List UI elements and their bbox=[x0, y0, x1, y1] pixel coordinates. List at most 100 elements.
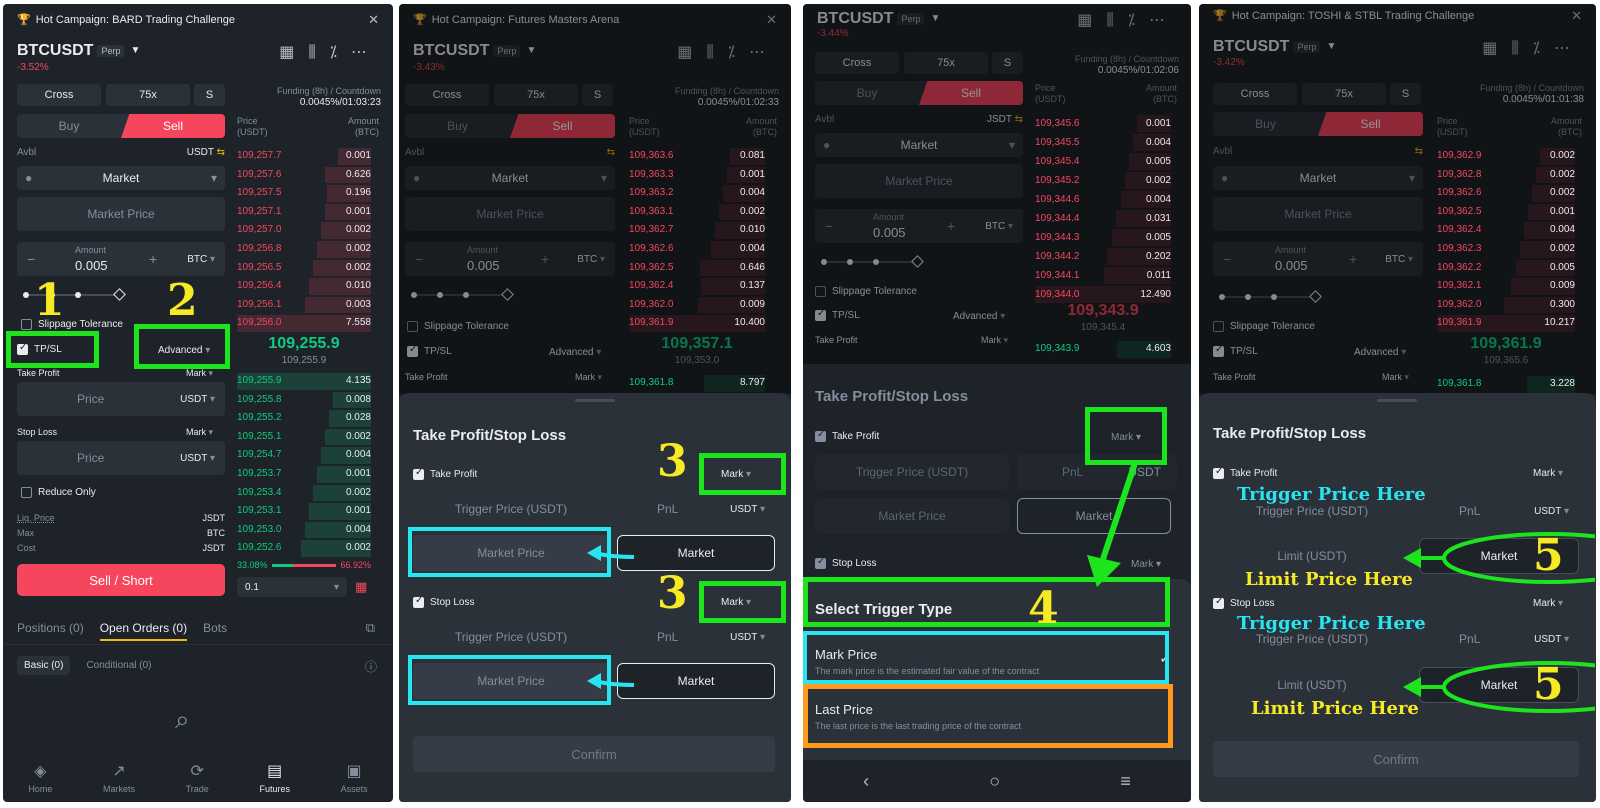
ask-row[interactable]: 109,256.1 0.003 bbox=[237, 296, 371, 315]
ask-row[interactable]: 109,363.6 0.081 bbox=[629, 147, 765, 166]
depth-step-select[interactable]: 0.1 ▾ bbox=[237, 577, 347, 597]
book-layout-icon[interactable]: ▦ bbox=[355, 579, 367, 595]
transfer-icon[interactable]: ⇆ bbox=[1015, 114, 1023, 125]
sl-pnl-field[interactable]: PnL USDT bbox=[1419, 621, 1579, 657]
calculator-icon[interactable]: ▦ bbox=[677, 44, 706, 61]
menu-icon[interactable]: ≡ bbox=[1120, 771, 1131, 792]
stop-loss-checkbox[interactable]: Stop Loss bbox=[815, 556, 876, 569]
amount-field[interactable]: − Amount 0.005 + BTC bbox=[405, 242, 615, 276]
bid-row[interactable]: 109,255.9 4.135 bbox=[237, 372, 371, 391]
home-icon[interactable]: ○ bbox=[989, 771, 1000, 792]
take-profit-checkbox[interactable]: Take Profit bbox=[413, 467, 477, 480]
ask-row[interactable]: 109,344.3 0.005 bbox=[1035, 228, 1171, 247]
minus-icon[interactable]: − bbox=[27, 251, 35, 267]
advanced-select[interactable]: Advanced bbox=[549, 347, 601, 358]
symbol-selector[interactable]: BTCUSDT Perp ▼ bbox=[17, 42, 140, 60]
tpsl-checkbox[interactable]: TP/SL bbox=[815, 308, 860, 321]
leverage-button[interactable]: 75x bbox=[904, 52, 988, 74]
confirm-button[interactable]: Confirm bbox=[413, 736, 775, 772]
sl-trigger-price-field[interactable]: Trigger Price (USDT) bbox=[413, 619, 609, 655]
confirm-button[interactable]: Confirm bbox=[1213, 741, 1579, 777]
bid-row[interactable]: 109,254.7 0.004 bbox=[237, 446, 371, 465]
tp-trigger-type-select[interactable]: Mark bbox=[1533, 468, 1563, 479]
reduce-only-checkbox[interactable]: Reduce Only bbox=[21, 487, 96, 498]
nav-futures[interactable]: ▤ Futures bbox=[259, 761, 290, 794]
symbol-selector[interactable]: BTCUSDT Perp ▼ bbox=[413, 42, 536, 60]
nav-home[interactable]: ◈ Home bbox=[28, 761, 52, 794]
nav-trade[interactable]: ⟳ Trade bbox=[186, 761, 209, 794]
ask-row[interactable]: 109,361.9 10.400 bbox=[629, 314, 765, 333]
calculator-icon[interactable]: ▦ bbox=[1482, 40, 1511, 57]
ask-row[interactable]: 109,344.1 0.011 bbox=[1035, 266, 1171, 285]
ask-row[interactable]: 109,361.9 10.217 bbox=[1437, 314, 1575, 333]
amount-slider[interactable] bbox=[821, 255, 924, 268]
calculator-icon[interactable]: ▦ bbox=[1077, 12, 1106, 29]
ask-row[interactable]: 109,363.1 0.002 bbox=[629, 203, 765, 222]
plus-icon[interactable]: + bbox=[149, 251, 157, 267]
sheet-handle[interactable] bbox=[1377, 399, 1417, 402]
more-icon[interactable]: ⋯ bbox=[1554, 40, 1584, 57]
option-last-price[interactable]: Last Price The last price is the last tr… bbox=[803, 689, 1191, 741]
bid-row[interactable]: 109,255.1 0.002 bbox=[237, 428, 371, 447]
ask-row[interactable]: 109,362.1 0.009 bbox=[1437, 277, 1575, 296]
ask-row[interactable]: 109,362.4 0.004 bbox=[1437, 221, 1575, 240]
ask-row[interactable]: 109,362.9 0.002 bbox=[1437, 147, 1575, 166]
buy-tab[interactable]: Buy bbox=[405, 114, 510, 138]
ask-row[interactable]: 109,362.0 0.009 bbox=[629, 296, 765, 315]
chart-icon[interactable]: ⫼ bbox=[1106, 12, 1127, 29]
tpsl-checkbox[interactable]: TP/SL bbox=[407, 344, 452, 357]
tp-price-field[interactable]: Price USDT bbox=[17, 382, 225, 416]
slider-handle[interactable] bbox=[113, 288, 126, 301]
option-mark-price[interactable]: Mark Price The mark price is the estimat… bbox=[803, 634, 1191, 686]
ask-row[interactable]: 109,362.7 0.010 bbox=[629, 221, 765, 240]
ask-row[interactable]: 109,362.5 0.646 bbox=[629, 259, 765, 278]
campaign-banner[interactable]: 🏆 Hot Campaign: TOSHI & STBL Trading Chal… bbox=[1213, 9, 1474, 22]
amount-field[interactable]: − Amount 0.005 + BTC bbox=[1213, 242, 1423, 276]
transfer-icon[interactable]: ⇆ bbox=[217, 147, 225, 158]
order-type-select[interactable]: ● Market ▾ bbox=[815, 133, 1023, 157]
bid-row[interactable]: 109,255.2 0.028 bbox=[237, 409, 371, 428]
ask-row[interactable]: 109,344.2 0.202 bbox=[1035, 247, 1171, 266]
sell-tab[interactable]: Sell bbox=[121, 114, 225, 138]
chart-icon[interactable]: ⫼ bbox=[706, 44, 727, 61]
tpsl-checkbox[interactable]: TP/SL bbox=[1213, 344, 1258, 357]
take-profit-checkbox[interactable]: Take Profit bbox=[815, 429, 879, 442]
unit-select[interactable]: BTC bbox=[187, 254, 215, 265]
ask-row[interactable]: 109,362.4 0.137 bbox=[629, 277, 765, 296]
symbol-selector[interactable]: BTCUSDT Perp ▼ bbox=[817, 10, 940, 28]
tp-trigger-type-select[interactable]: Mark bbox=[721, 469, 751, 480]
amount-slider[interactable] bbox=[411, 288, 514, 301]
buy-tab[interactable]: Buy bbox=[17, 114, 121, 138]
percent-icon[interactable]: ⁒ bbox=[1128, 12, 1149, 29]
size-mode-button[interactable]: S bbox=[992, 52, 1023, 74]
subtab-basic[interactable]: Basic (0) bbox=[17, 656, 71, 675]
symbol-selector[interactable]: BTCUSDT Perp ▼ bbox=[1213, 38, 1336, 56]
percent-icon[interactable]: ⁒ bbox=[1533, 40, 1554, 57]
amount-field[interactable]: − Amount 0.005 + BTC bbox=[815, 209, 1023, 243]
sl-mark-select[interactable]: Mark bbox=[186, 427, 213, 438]
ask-row[interactable]: 109,344.6 0.004 bbox=[1035, 190, 1171, 209]
calculator-icon[interactable]: ▦ bbox=[279, 44, 308, 61]
size-mode-button[interactable]: S bbox=[582, 84, 613, 106]
subtab-conditional[interactable]: Conditional (0) bbox=[82, 656, 155, 675]
price-field[interactable]: Market Price bbox=[17, 197, 225, 231]
margin-mode-button[interactable]: Cross bbox=[405, 84, 489, 106]
ask-row[interactable]: 109,362.0 0.300 bbox=[1437, 296, 1575, 315]
ask-row[interactable]: 109,345.2 0.002 bbox=[1035, 171, 1171, 190]
price-field[interactable]: Market Price bbox=[405, 197, 615, 231]
bid-row[interactable]: 109,253.7 0.001 bbox=[237, 465, 371, 484]
tp-pnl-field[interactable]: PnL USDT bbox=[617, 491, 775, 527]
sl-trigger-type-select[interactable]: Mark bbox=[721, 597, 751, 608]
advanced-select[interactable]: Advanced bbox=[158, 345, 210, 356]
ask-row[interactable]: 109,257.6 0.626 bbox=[237, 166, 371, 185]
ask-row[interactable]: 109,362.6 0.004 bbox=[629, 240, 765, 259]
bid-row[interactable]: 109,253.4 0.002 bbox=[237, 484, 371, 503]
sell-tab[interactable]: Sell bbox=[510, 114, 615, 138]
sl-pnl-field[interactable]: PnL USDT bbox=[617, 619, 775, 655]
tab-open-orders[interactable]: Open Orders (0) bbox=[99, 621, 188, 641]
ask-row[interactable]: 109,362.2 0.005 bbox=[1437, 259, 1575, 278]
percent-icon[interactable]: ⁒ bbox=[728, 44, 749, 61]
bid-row[interactable]: 109,253.0 0.004 bbox=[237, 521, 371, 540]
sell-short-button[interactable]: Sell / Short bbox=[17, 564, 225, 596]
bid-row[interactable]: 109,253.1 0.001 bbox=[237, 502, 371, 521]
